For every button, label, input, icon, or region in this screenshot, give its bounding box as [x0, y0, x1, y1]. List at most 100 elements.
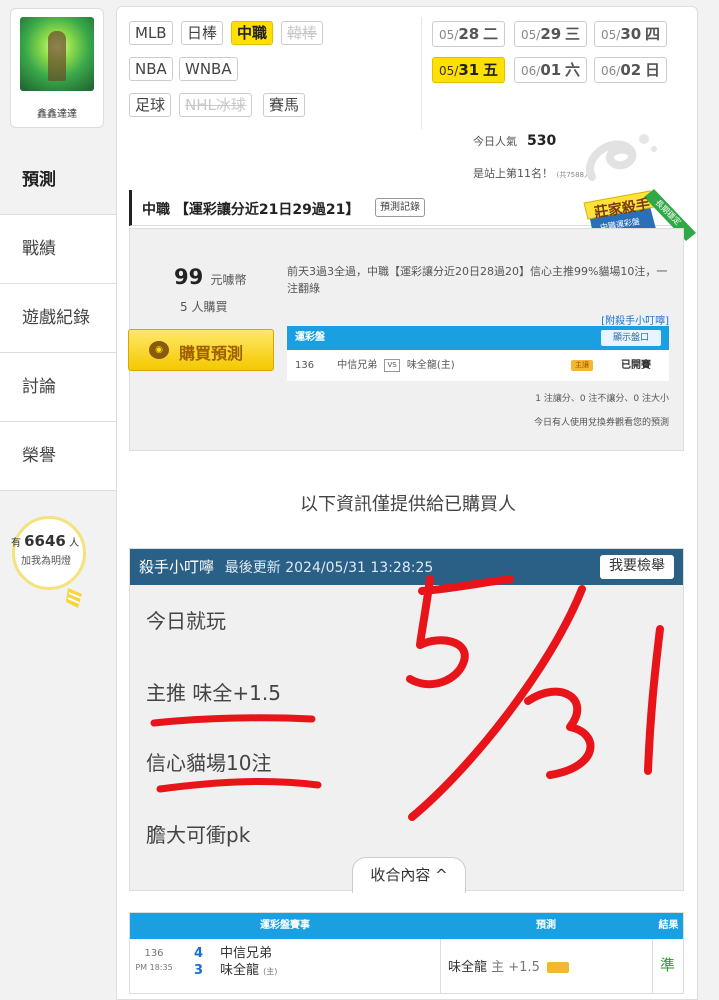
show-odds-button[interactable]: 顯示盤口 — [600, 330, 661, 346]
results-header: 運彩盤賽事 預測 結果 — [130, 913, 683, 939]
nav-item-game-history[interactable]: 遊戲紀錄 — [0, 284, 116, 353]
user-name[interactable]: 鑫鑫達達 — [11, 105, 103, 120]
buy-prediction-button[interactable]: ◉ 購買預測 — [128, 329, 274, 371]
nav-item-record[interactable]: 戰績 — [0, 215, 116, 284]
league-tab-wnba[interactable]: WNBA — [179, 57, 238, 81]
buyer-count: 5 人購買 — [180, 300, 228, 314]
follow-lightbulb[interactable]: 有 6646 人 加我為明燈 — [6, 516, 86, 616]
date-md: 05/ — [521, 28, 541, 42]
purchase-card: 99 元噱幣 5 人購買 ◉ 購買預測 前天3過3全過，中職【運彩讓分近20日2… — [128, 228, 684, 451]
away-team: 中信兄弟 — [337, 360, 378, 371]
date-tab-0602[interactable]: 06/02 日 — [594, 57, 668, 83]
odds-table-title: 運彩盤 — [295, 332, 325, 343]
buy-prediction-label: 購買預測 — [179, 344, 244, 363]
divider — [421, 17, 422, 129]
tips-header: 殺手小叮嚀 最後更新 2024/05/31 13:28:25 我要檢舉 — [130, 549, 683, 585]
column-divider — [440, 939, 441, 993]
coin-icon: ◉ — [149, 341, 169, 359]
result-status: 準 — [660, 956, 676, 974]
date-tab-0531[interactable]: 05/31 五 — [432, 57, 506, 83]
scores: 4 3 — [194, 945, 203, 979]
home-team: 味全龍(主) — [406, 360, 455, 371]
handicap-icon: 主讓 — [571, 360, 593, 371]
date-day: 30 — [620, 25, 642, 43]
price-value: 99 — [174, 265, 204, 289]
odds-table-header: 運彩盤 顯示盤口 — [287, 326, 669, 350]
nav-item-honors[interactable]: 榮譽 — [0, 422, 116, 491]
attached-tips-link[interactable]: [附殺手小叮嚀] — [601, 312, 669, 327]
avatar[interactable] — [20, 17, 94, 91]
price-unit: 元噱幣 — [210, 273, 247, 287]
date-weekday: 六 — [565, 61, 581, 79]
date-day: 02 — [620, 61, 642, 79]
pick-summary: 前天3過3全過，中職【運彩讓分近20日28過20】信心主推99%貓場10注，一注… — [287, 265, 668, 295]
league-tab-npb[interactable]: 日棒 — [181, 21, 224, 45]
table-row: 136 中信兄弟 VS 味全龍(主) 主讓 已開賽 — [287, 350, 669, 381]
prediction-team: 味全龍 — [448, 960, 488, 975]
tip-line: 信心貓場10注 — [146, 751, 272, 775]
date-weekday: 四 — [645, 25, 661, 43]
date-tab-0528[interactable]: 05/28 二 — [432, 21, 506, 47]
date-day: 01 — [540, 61, 562, 79]
home-score: 3 — [194, 963, 204, 978]
collapse-content-button[interactable]: 收合內容 ^ — [352, 857, 466, 893]
date-day: 28 — [458, 25, 480, 43]
date-md: 06/ — [601, 64, 621, 78]
col-header-prediction: 預測 — [536, 920, 556, 931]
fan-count-prefix: 有 — [10, 538, 21, 549]
profile-card[interactable]: 鑫鑫達達 — [10, 8, 104, 128]
date-tab-0601[interactable]: 06/01 六 — [514, 57, 588, 83]
tip-line: 主推 味全+1.5 — [146, 681, 281, 705]
price: 99 元噱幣 — [174, 265, 247, 289]
nav-item-predictions[interactable]: 預測 — [0, 146, 116, 215]
league-tab-mlb[interactable]: MLB — [129, 21, 173, 45]
date-tab-0529[interactable]: 05/29 三 — [514, 21, 588, 47]
tips-panel: 殺手小叮嚀 最後更新 2024/05/31 13:28:25 我要檢舉 今日就玩… — [129, 548, 684, 893]
follow-label[interactable]: 加我為明燈 — [6, 552, 86, 567]
popularity-value: 530 — [527, 133, 557, 149]
teams: 中信兄弟 味全龍 (主) — [220, 945, 277, 980]
popularity-today: 今日人氣 530 — [473, 133, 556, 149]
col-header-result: 結果 — [658, 920, 679, 931]
date-weekday: 日 — [645, 61, 661, 79]
date-weekday: 三 — [565, 25, 581, 43]
tip-line: 今日就玩 — [146, 609, 226, 633]
fan-count-suffix: 人 — [69, 538, 80, 549]
league-tab-cpbl[interactable]: 中職 — [231, 21, 274, 45]
date-md: 05/ — [601, 28, 621, 42]
sidebar: 鑫鑫達達 預測 戰績 遊戲紀錄 討論 榮譽 有 6646 人 加我為明燈 — [0, 0, 116, 1000]
handicap-icon — [547, 962, 569, 973]
nav-item-discussion[interactable]: 討論 — [0, 353, 116, 422]
pick-title: 中職 【運彩讓分近21日29過21】 — [142, 202, 360, 218]
col-header-game: 運彩盤賽事 — [260, 920, 310, 931]
fan-count: 有 6646 人 — [0, 532, 90, 550]
column-divider — [652, 939, 653, 993]
rank-text: 是站上第11名！ — [473, 167, 553, 180]
odds-table: 運彩盤 顯示盤口 136 中信兄弟 VS 味全龍(主) 主讓 已開賽 — [287, 326, 669, 381]
league-tab-nba[interactable]: NBA — [129, 57, 173, 81]
league-tab-nhl: NHL冰球 — [179, 93, 252, 117]
game-info: 136 PM 18:35 — [134, 947, 174, 975]
sidebar-nav: 預測 戰績 遊戲紀錄 討論 榮譽 — [0, 146, 116, 491]
fan-count-value: 6646 — [24, 532, 66, 550]
prediction-line: 主 +1.5 — [491, 960, 540, 975]
away-score: 4 — [194, 946, 204, 961]
results-table: 運彩盤賽事 預測 結果 136 PM 18:35 4 3 中信兄弟 味全龍 (主… — [129, 912, 684, 994]
tips-title: 殺手小叮嚀 — [139, 558, 215, 576]
prediction-record-button[interactable]: 預測記錄 — [375, 198, 425, 217]
date-md: 05/ — [439, 64, 459, 78]
date-weekday: 二 — [483, 25, 499, 43]
date-tab-0530[interactable]: 05/30 四 — [594, 21, 668, 47]
decoration-swirl-icon — [586, 134, 657, 181]
home-mark: (主) — [263, 967, 278, 976]
prediction: 味全龍 主 +1.5 — [448, 956, 569, 975]
game-status: 已開賽 — [621, 360, 651, 371]
game-number: 136 — [295, 360, 315, 371]
league-tab-horse-racing[interactable]: 賽馬 — [263, 93, 306, 117]
buyers-only-notice: 以下資訊僅提供給已購買人 — [300, 494, 516, 515]
tips-updated: 最後更新 2024/05/31 13:28:25 — [224, 560, 434, 576]
table-row: 136 PM 18:35 4 3 中信兄弟 味全龍 (主) 味全龍 主 +1.5… — [130, 939, 683, 993]
date-weekday: 五 — [483, 61, 499, 79]
report-button[interactable]: 我要檢舉 — [600, 555, 674, 579]
league-tab-soccer[interactable]: 足球 — [129, 93, 172, 117]
